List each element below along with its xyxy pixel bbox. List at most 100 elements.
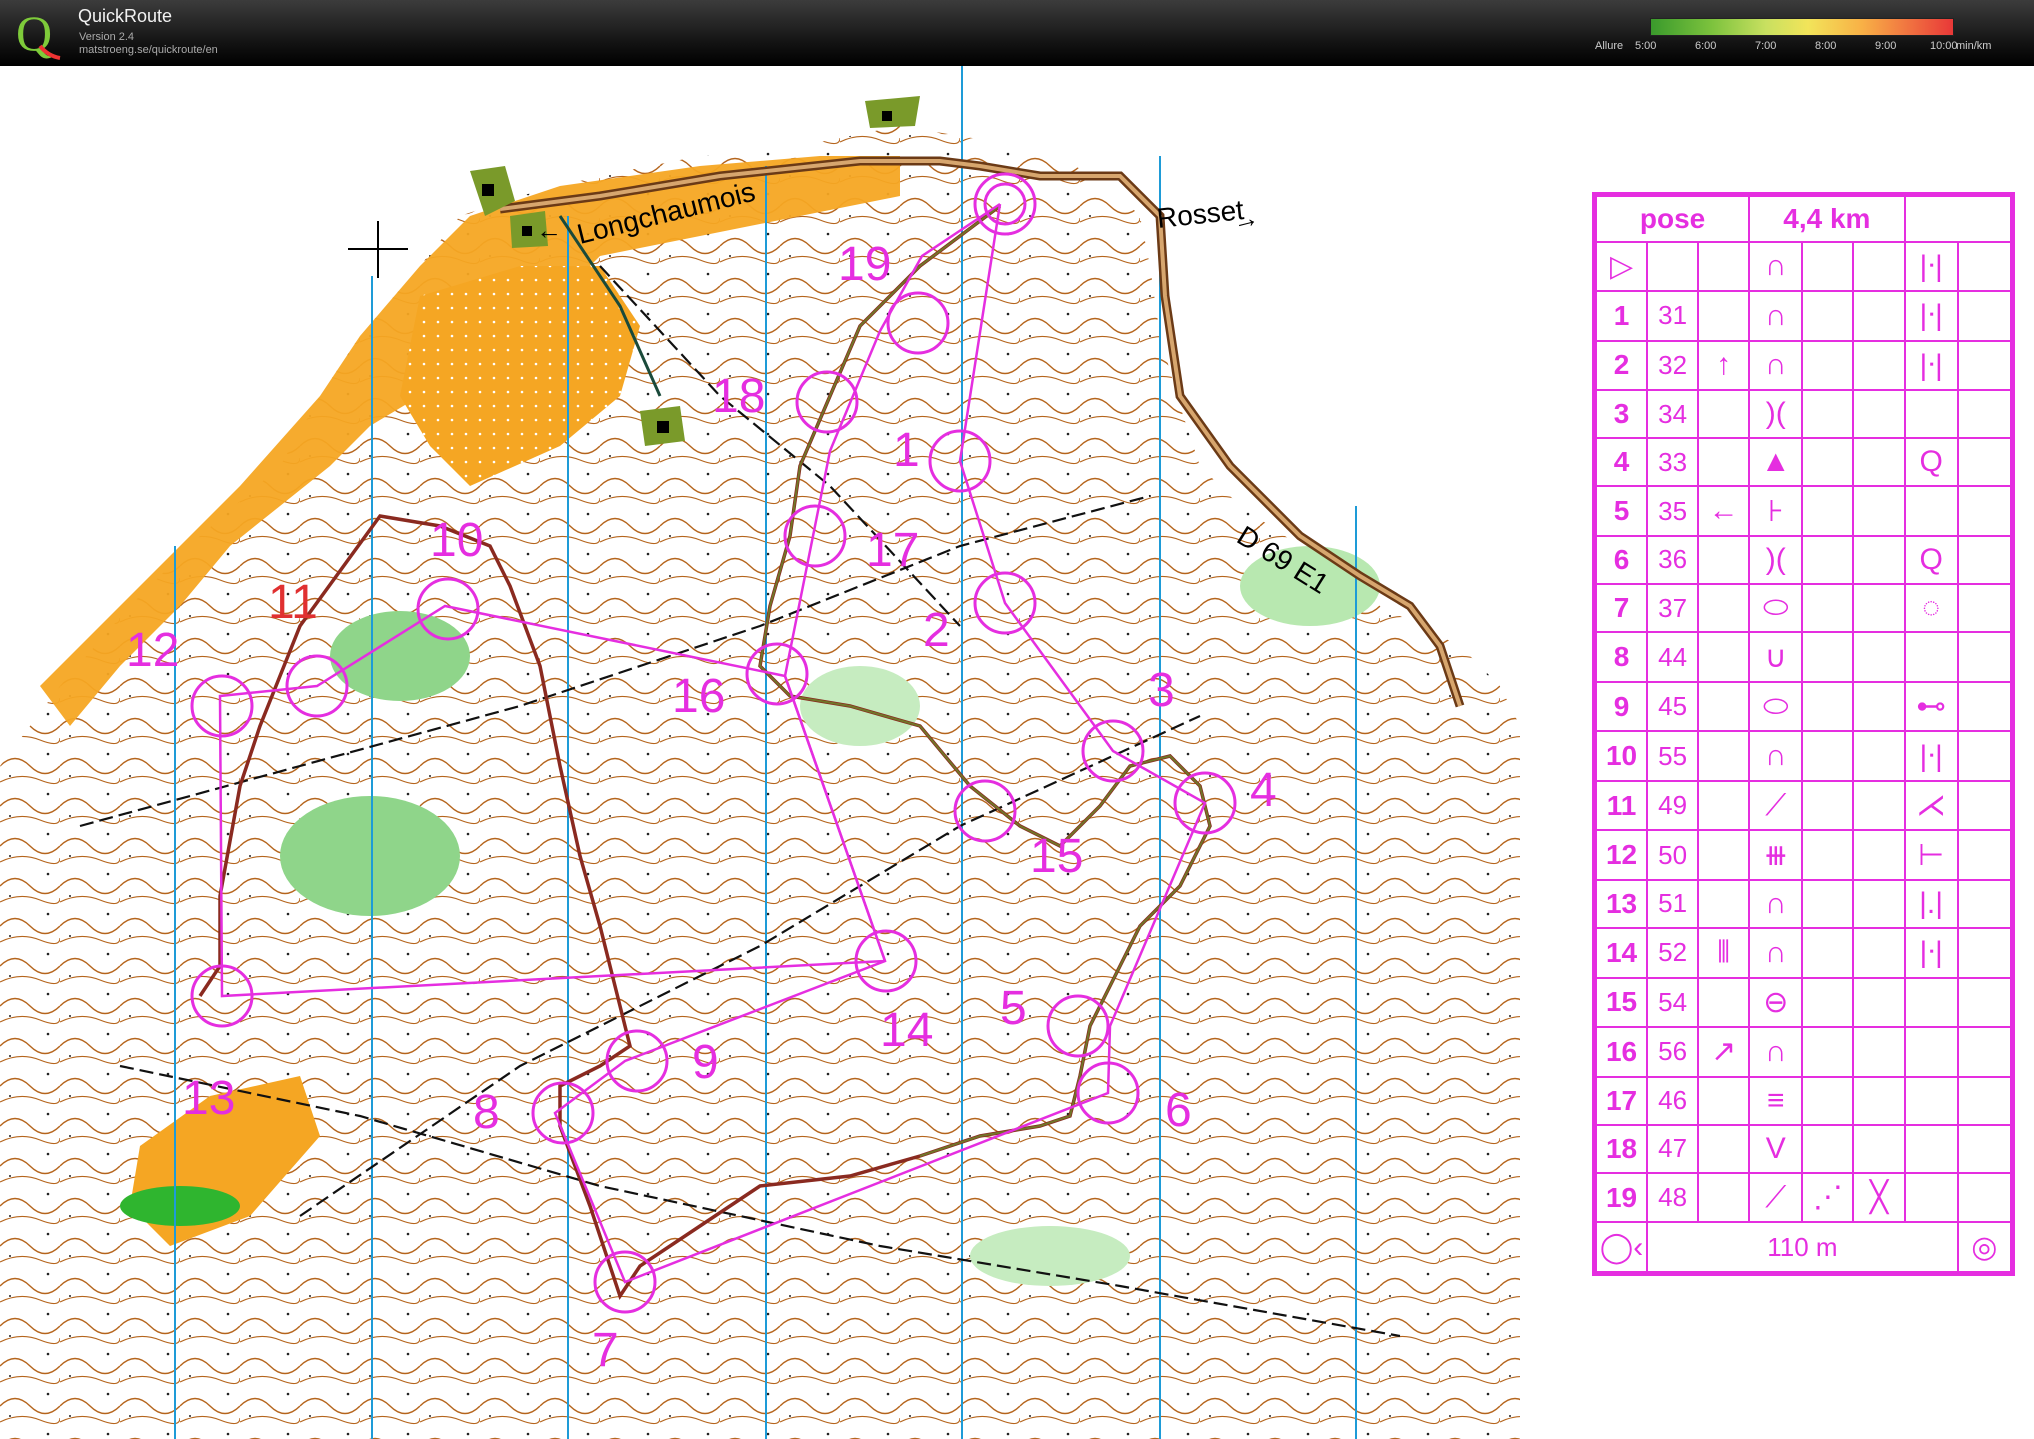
dimension-icon	[1852, 1075, 1906, 1126]
control-description-row: 10 55 ∩ |ᐧ|	[1594, 730, 2013, 782]
pace-tick: 7:00	[1755, 40, 1777, 52]
control-number-16: 16	[672, 670, 725, 723]
dimension-icon	[1852, 976, 1906, 1029]
finish-icon: ◎	[1956, 1221, 2013, 1273]
control-number-19: 19	[838, 238, 891, 291]
control-description-row: 1 31 ∩ |ᐧ|	[1594, 290, 2013, 342]
dimension-icon	[1852, 290, 1906, 342]
control-number-11: 11	[268, 576, 318, 629]
finish-distance: 110 m	[1646, 1221, 1959, 1273]
feature-icon: ▲	[1748, 437, 1804, 488]
control-number: 2	[1594, 339, 1649, 392]
orienteering-map[interactable]: ← Longchaumois Rosset → D 69 E1 1 2 3 4 …	[0, 66, 2034, 1439]
control-code: 52	[1646, 927, 1700, 979]
direction-icon	[1697, 680, 1751, 733]
location-icon: Q	[1903, 534, 1959, 586]
direction-icon	[1697, 730, 1751, 782]
dimension-icon: ╳	[1852, 1171, 1906, 1224]
extra-cell	[1956, 1075, 2013, 1126]
detail-icon	[1801, 339, 1855, 392]
feature-icon: )(	[1748, 534, 1804, 586]
dimension-icon	[1852, 878, 1906, 930]
location-icon: |ᐧ|	[1903, 290, 1959, 342]
direction-icon	[1697, 1123, 1751, 1174]
detail-icon: ⋰	[1801, 1171, 1855, 1224]
control-code: 51	[1646, 878, 1700, 930]
pace-unit: min/km	[1956, 40, 1992, 52]
detail-icon	[1801, 976, 1855, 1029]
feature-icon: ∩	[1748, 1026, 1804, 1078]
control-description-row: 9 45 ⬭ ⊷	[1594, 680, 2013, 733]
direction-icon: ↗	[1697, 1026, 1751, 1078]
control-description-row: 3 34)(	[1594, 389, 2013, 440]
control-number: 8	[1594, 631, 1649, 683]
control-description-row: 12 50 ⧻ ⊢	[1594, 829, 2013, 881]
control-description-row: 2 32 ↑ ∩ |ᐧ|	[1594, 339, 2013, 392]
control-description-row: 5 35 ← ⊦	[1594, 485, 2013, 537]
control-number-8: 8	[473, 1086, 500, 1139]
direction-icon	[1697, 779, 1751, 832]
control-number: 6	[1594, 534, 1649, 586]
extra-cell	[1956, 389, 2013, 440]
feature-icon: ⬭	[1748, 583, 1804, 634]
feature-icon: ⟋	[1748, 1171, 1804, 1224]
feature-icon: )(	[1748, 389, 1804, 440]
feature-icon: V	[1748, 1123, 1804, 1174]
pace-tick: 8:00	[1815, 40, 1837, 52]
control-number-5: 5	[1000, 982, 1027, 1035]
location-icon	[1903, 631, 1959, 683]
control-code: 48	[1646, 1171, 1700, 1224]
dimension-icon	[1852, 680, 1906, 733]
app-version: Version 2.4	[79, 31, 135, 43]
location-icon: ⋌	[1903, 779, 1959, 832]
control-number: 9	[1594, 680, 1649, 733]
extra-cell	[1956, 290, 2013, 342]
extra-cell	[1956, 1026, 2013, 1078]
extra-cell	[1956, 1123, 2013, 1174]
extra-cell	[1956, 534, 2013, 586]
description-table: pose 4,4 km ▷ ∩ |ᐧ| 1 31 ∩ |ᐧ| 2 32 ↑ ∩ |ᐧ| 3 34)(…	[1594, 195, 2013, 1273]
control-code: 45	[1646, 680, 1700, 733]
control-code: 37	[1646, 583, 1700, 634]
detail-icon	[1801, 878, 1855, 930]
control-code: 50	[1646, 829, 1700, 881]
control-number-15: 15	[1030, 830, 1083, 883]
dimension-icon	[1852, 437, 1906, 488]
control-code: 35	[1646, 485, 1700, 537]
detail-icon	[1801, 485, 1855, 537]
app-url[interactable]: matstroeng.se/quickroute/en	[79, 44, 218, 56]
pace-tick: 6:00	[1695, 40, 1717, 52]
control-number-6: 6	[1165, 1084, 1192, 1137]
detail-icon	[1801, 1075, 1855, 1126]
location-icon: ⊷	[1903, 680, 1959, 733]
dimension-icon	[1852, 534, 1906, 586]
course-length: 4,4 km	[1748, 195, 1906, 243]
pace-legend-title: Allure	[1595, 40, 1624, 52]
pace-legend: Allure 5:00 6:00 7:00 8:00 9:00 10:00 mi…	[1590, 16, 2030, 60]
location-icon	[1903, 389, 1959, 440]
detail-icon	[1801, 680, 1855, 733]
dimension-icon	[1852, 1026, 1906, 1078]
detail-icon	[1801, 1026, 1855, 1078]
dimension-icon	[1852, 1123, 1906, 1174]
control-code: 54	[1646, 976, 1700, 1029]
quickroute-logo: Q	[16, 6, 61, 60]
location-icon: |.|	[1903, 878, 1959, 930]
extra-cell	[1956, 583, 2013, 634]
feature-icon: ⟋	[1748, 779, 1804, 832]
control-number-14: 14	[880, 1004, 933, 1057]
extra-cell	[1956, 878, 2013, 930]
control-code: 34	[1646, 389, 1700, 440]
extra-cell	[1956, 976, 2013, 1029]
control-code: 56	[1646, 1026, 1700, 1078]
direction-icon	[1697, 976, 1751, 1029]
feature-icon: ∪	[1748, 631, 1804, 683]
start-triangle-icon: ▷	[1594, 240, 1649, 293]
direction-icon	[1697, 1171, 1751, 1224]
dimension-icon	[1852, 829, 1906, 881]
finish-start-icon: ◯‹	[1594, 1221, 1649, 1273]
feature-icon: ∩	[1748, 927, 1804, 979]
control-number: 14	[1594, 927, 1649, 979]
control-description-row: 6 36)(Q	[1594, 534, 2013, 586]
vegetation-area	[280, 796, 460, 916]
